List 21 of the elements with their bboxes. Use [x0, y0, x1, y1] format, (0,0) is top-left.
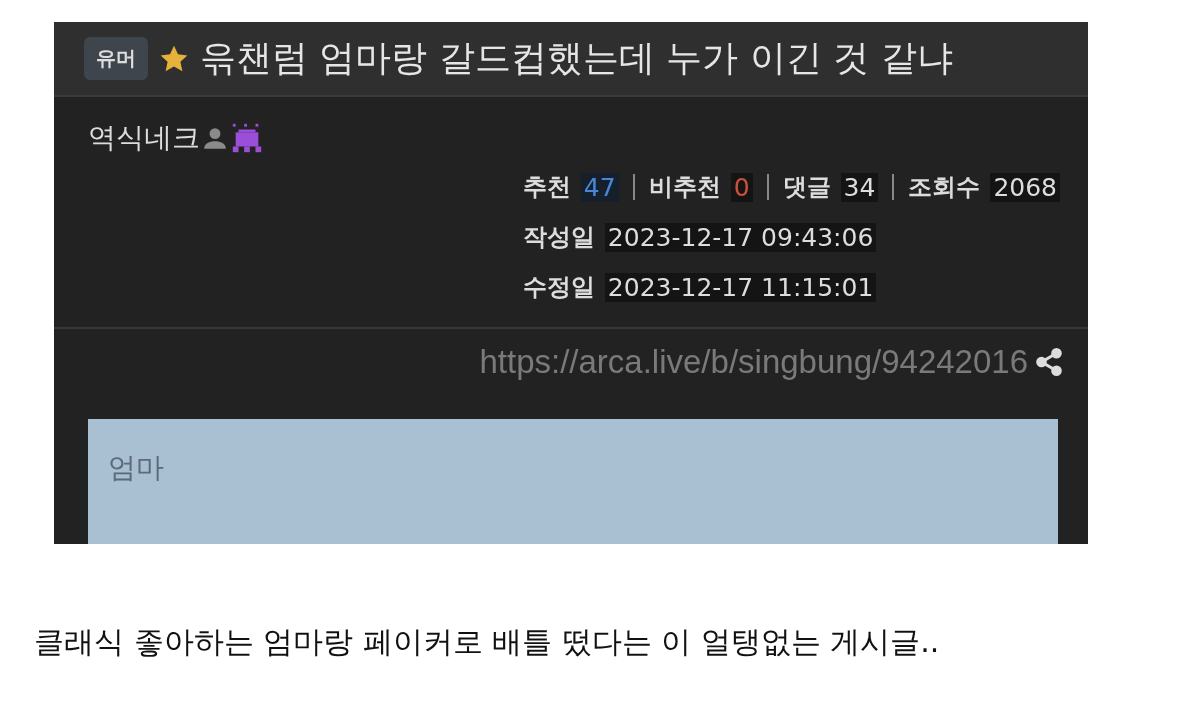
- stat-value: 47: [580, 172, 619, 202]
- date-label: 작성일: [522, 222, 595, 253]
- stat-value: 0: [730, 172, 753, 202]
- date-value: 2023-12-17 11:15:01: [604, 272, 877, 302]
- category-tag: 유머: [84, 37, 148, 80]
- stat-value: 2068: [990, 172, 1060, 202]
- pixel-badge-icon: [230, 123, 264, 153]
- date-label: 수정일: [522, 272, 595, 303]
- date-value: 2023-12-17 09:43:06: [604, 222, 877, 252]
- stat-label: 추천: [522, 172, 571, 203]
- author-name: 역식네크: [88, 120, 200, 156]
- post-title: 윾챈럼 엄마랑 갈드컵했는데 누가 이긴 것 같냐: [200, 36, 953, 80]
- share-icon[interactable]: [1034, 347, 1064, 377]
- quote-text: 엄마: [108, 451, 164, 484]
- stat-label: 댓글: [782, 172, 831, 203]
- user-icon: [202, 125, 228, 151]
- caption: 클래식 좋아하는 엄마랑 페이커로 배틀 떴다는 이 얼탱없는 게시글..: [34, 623, 941, 661]
- stat-label: 조회수: [908, 172, 981, 203]
- stat-label: 비추천: [648, 172, 721, 203]
- stat-value: 34: [840, 172, 879, 202]
- post-url[interactable]: https://arca.live/b/singbung/94242016: [479, 343, 1028, 381]
